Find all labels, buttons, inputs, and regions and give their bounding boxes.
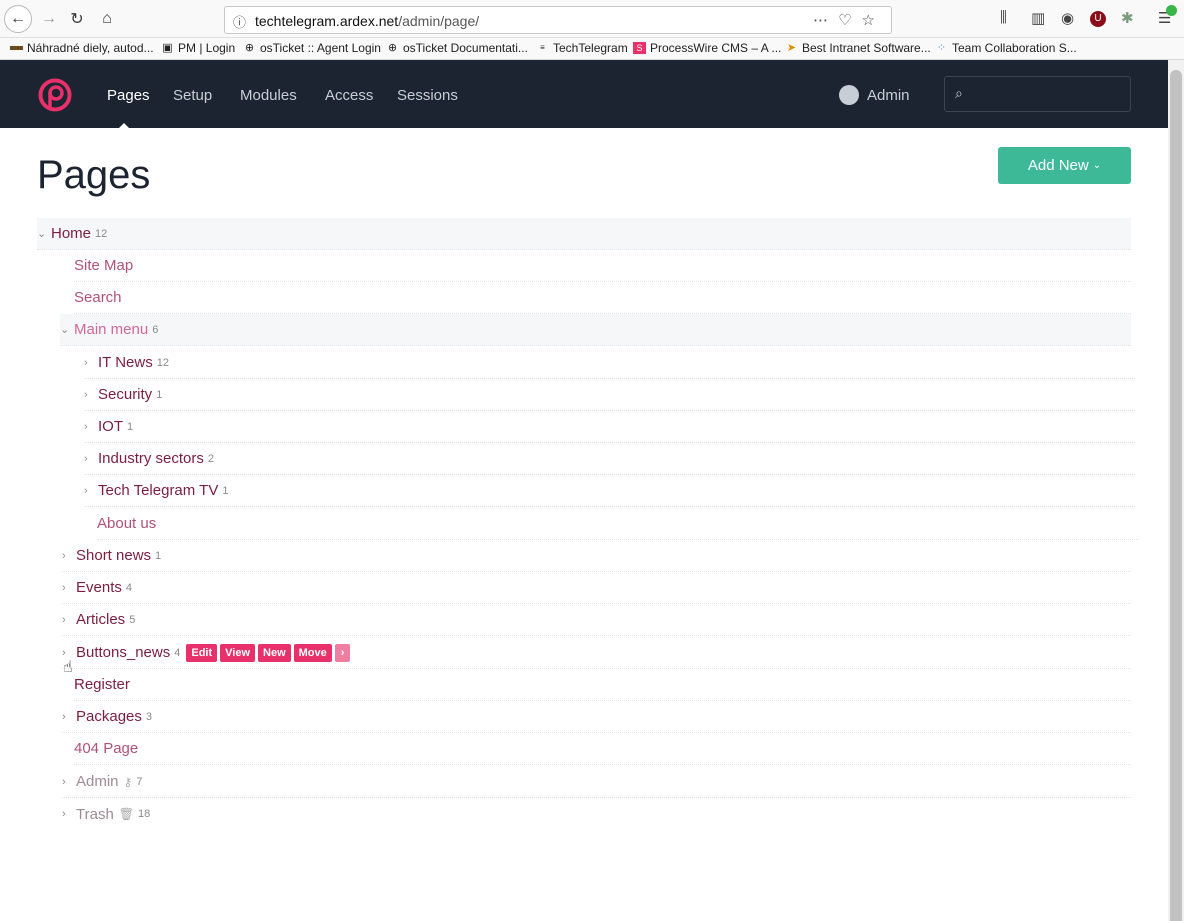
- nav-pages[interactable]: Pages: [107, 87, 150, 104]
- nav-access[interactable]: Access: [325, 87, 373, 104]
- ublock-icon[interactable]: U: [1090, 11, 1106, 27]
- chevron-right-icon[interactable]: ›: [62, 582, 74, 594]
- bookmark-item[interactable]: Náhradné diely, autod...: [10, 41, 154, 55]
- add-new-button[interactable]: Add New ⌄: [998, 147, 1131, 184]
- more-actions-button[interactable]: ›: [334, 643, 351, 662]
- bookmark-star-icon[interactable]: ☆: [862, 12, 885, 29]
- update-badge-icon: [1166, 5, 1177, 16]
- pocket-icon[interactable]: ♡: [838, 12, 861, 29]
- library-icon[interactable]: ⫼: [1000, 9, 1007, 26]
- nav-modules[interactable]: Modules: [240, 87, 297, 104]
- chevron-right-icon[interactable]: ›: [62, 614, 74, 626]
- search-icon: ⌕: [955, 85, 963, 101]
- tree-item[interactable]: 404 Page: [74, 733, 1131, 765]
- tree-item[interactable]: › IT News 12: [84, 347, 1135, 379]
- nav-setup[interactable]: Setup: [173, 87, 212, 104]
- key-icon: ⚷: [123, 774, 133, 789]
- tree-item[interactable]: About us: [97, 508, 1139, 540]
- tree-item[interactable]: › Trash 🗑 18: [62, 798, 1131, 830]
- user-avatar-icon: [839, 85, 859, 105]
- bookmark-favicon-icon: [10, 46, 23, 50]
- tree-item[interactable]: › Security 1: [84, 379, 1135, 411]
- tree-item[interactable]: › Short news 1: [62, 540, 1131, 572]
- chevron-right-icon[interactable]: ›: [84, 357, 96, 369]
- bookmark-item[interactable]: ⊕ osTicket Documentati...: [386, 41, 528, 55]
- tree-item[interactable]: › Articles 5: [62, 604, 1131, 636]
- url-text: techtelegram.ardex.net/admin/page/: [255, 13, 480, 29]
- tree-item[interactable]: › Industry sectors 2: [84, 443, 1135, 475]
- page-title: Pages: [37, 153, 151, 197]
- scrollbar[interactable]: [1168, 60, 1184, 921]
- hand-cursor-icon: ☝: [63, 659, 73, 676]
- tree-item[interactable]: › Tech Telegram TV 1: [84, 475, 1135, 507]
- browser-toolbar: ← → ↻ ⌂ ⓘ techtelegram.ardex.net/admin/p…: [0, 0, 1184, 38]
- globe-icon: ⊕: [244, 42, 255, 54]
- globe-icon: ⊕: [387, 42, 398, 54]
- active-nav-caret: [118, 123, 130, 129]
- tree-item-buttons-news[interactable]: › Buttons_news 4 Edit View New Move ›: [62, 637, 1131, 669]
- bookmark-item[interactable]: ➤ Best Intranet Software...: [785, 41, 931, 55]
- bookmark-favicon-icon: ▣: [162, 42, 173, 54]
- url-bar[interactable]: ⓘ techtelegram.ardex.net/admin/page/ ⋯♡☆: [224, 6, 892, 34]
- reload-icon[interactable]: ↻: [64, 6, 90, 32]
- chevron-right-icon[interactable]: ›: [84, 389, 96, 401]
- bookmarks-bar: Náhradné diely, autod... ▣ PM | Login ⊕ os…: [0, 38, 1184, 60]
- account-icon[interactable]: ◉: [1061, 9, 1074, 27]
- view-button[interactable]: View: [220, 643, 256, 662]
- scrollbar-thumb[interactable]: [1170, 70, 1182, 921]
- back-icon[interactable]: ←: [4, 5, 32, 33]
- chevron-right-icon[interactable]: ›: [84, 421, 96, 433]
- bookmark-item[interactable]: ⊕ osTicket :: Agent Login: [243, 41, 381, 55]
- extension-icon[interactable]: ✱: [1121, 9, 1134, 27]
- bookmark-favicon-icon: ⁘: [936, 42, 947, 54]
- move-button[interactable]: Move: [293, 643, 332, 662]
- edit-button[interactable]: Edit: [186, 643, 218, 662]
- admin-header: Pages Setup Modules Access Sessions Admi…: [0, 60, 1168, 128]
- page-actions-icon[interactable]: ⋯: [813, 12, 838, 29]
- chevron-down-icon[interactable]: ⌄: [37, 227, 49, 240]
- chevron-right-icon[interactable]: ›: [84, 453, 96, 465]
- processwire-logo-icon[interactable]: [38, 78, 72, 112]
- bookmark-favicon-icon: ➤: [786, 42, 797, 54]
- trash-icon: 🗑: [118, 807, 135, 821]
- tree-item[interactable]: Register: [74, 669, 1131, 701]
- tree-item[interactable]: › Events 4: [62, 572, 1131, 604]
- home-icon[interactable]: ⌂: [94, 6, 120, 32]
- chevron-down-icon: ⌄: [1092, 160, 1102, 171]
- tree-item-home[interactable]: ⌄ Home 12: [37, 218, 1131, 250]
- chevron-right-icon[interactable]: ›: [62, 711, 74, 723]
- tree-item[interactable]: › IOT 1: [84, 411, 1135, 443]
- chevron-right-icon[interactable]: ›: [84, 485, 96, 497]
- nav-sessions[interactable]: Sessions: [397, 87, 458, 104]
- chevron-right-icon[interactable]: ›: [62, 550, 74, 562]
- forward-icon[interactable]: →: [36, 6, 62, 32]
- chevron-down-icon[interactable]: ⌄: [60, 323, 72, 336]
- bookmark-favicon-icon: S: [633, 42, 646, 54]
- tree-item[interactable]: Site Map: [74, 250, 1131, 282]
- chevron-right-icon[interactable]: ›: [62, 776, 74, 788]
- bookmark-favicon-icon: ≡: [540, 43, 545, 52]
- tree-item[interactable]: › Packages 3: [62, 701, 1131, 733]
- search-input[interactable]: ⌕: [944, 76, 1131, 112]
- bookmark-item[interactable]: ≡ TechTelegram: [536, 41, 628, 55]
- tree-item[interactable]: Search: [74, 282, 1131, 314]
- chevron-right-icon[interactable]: ›: [62, 808, 74, 820]
- bookmark-item[interactable]: ⁘ Team Collaboration S...: [935, 41, 1077, 55]
- site-info-icon[interactable]: ⓘ: [233, 12, 246, 31]
- tree-item-main-menu[interactable]: ⌄ Main menu 6: [60, 314, 1131, 346]
- user-name: Admin: [867, 86, 910, 104]
- bookmark-item[interactable]: ▣ PM | Login: [161, 41, 235, 55]
- bookmark-item[interactable]: S ProcessWire CMS – A ...: [633, 41, 781, 55]
- sidebar-icon[interactable]: ▥: [1031, 9, 1045, 27]
- tree-item[interactable]: › Admin ⚷ 7: [62, 766, 1131, 798]
- user-menu[interactable]: Admin: [839, 85, 910, 105]
- new-button[interactable]: New: [258, 643, 291, 662]
